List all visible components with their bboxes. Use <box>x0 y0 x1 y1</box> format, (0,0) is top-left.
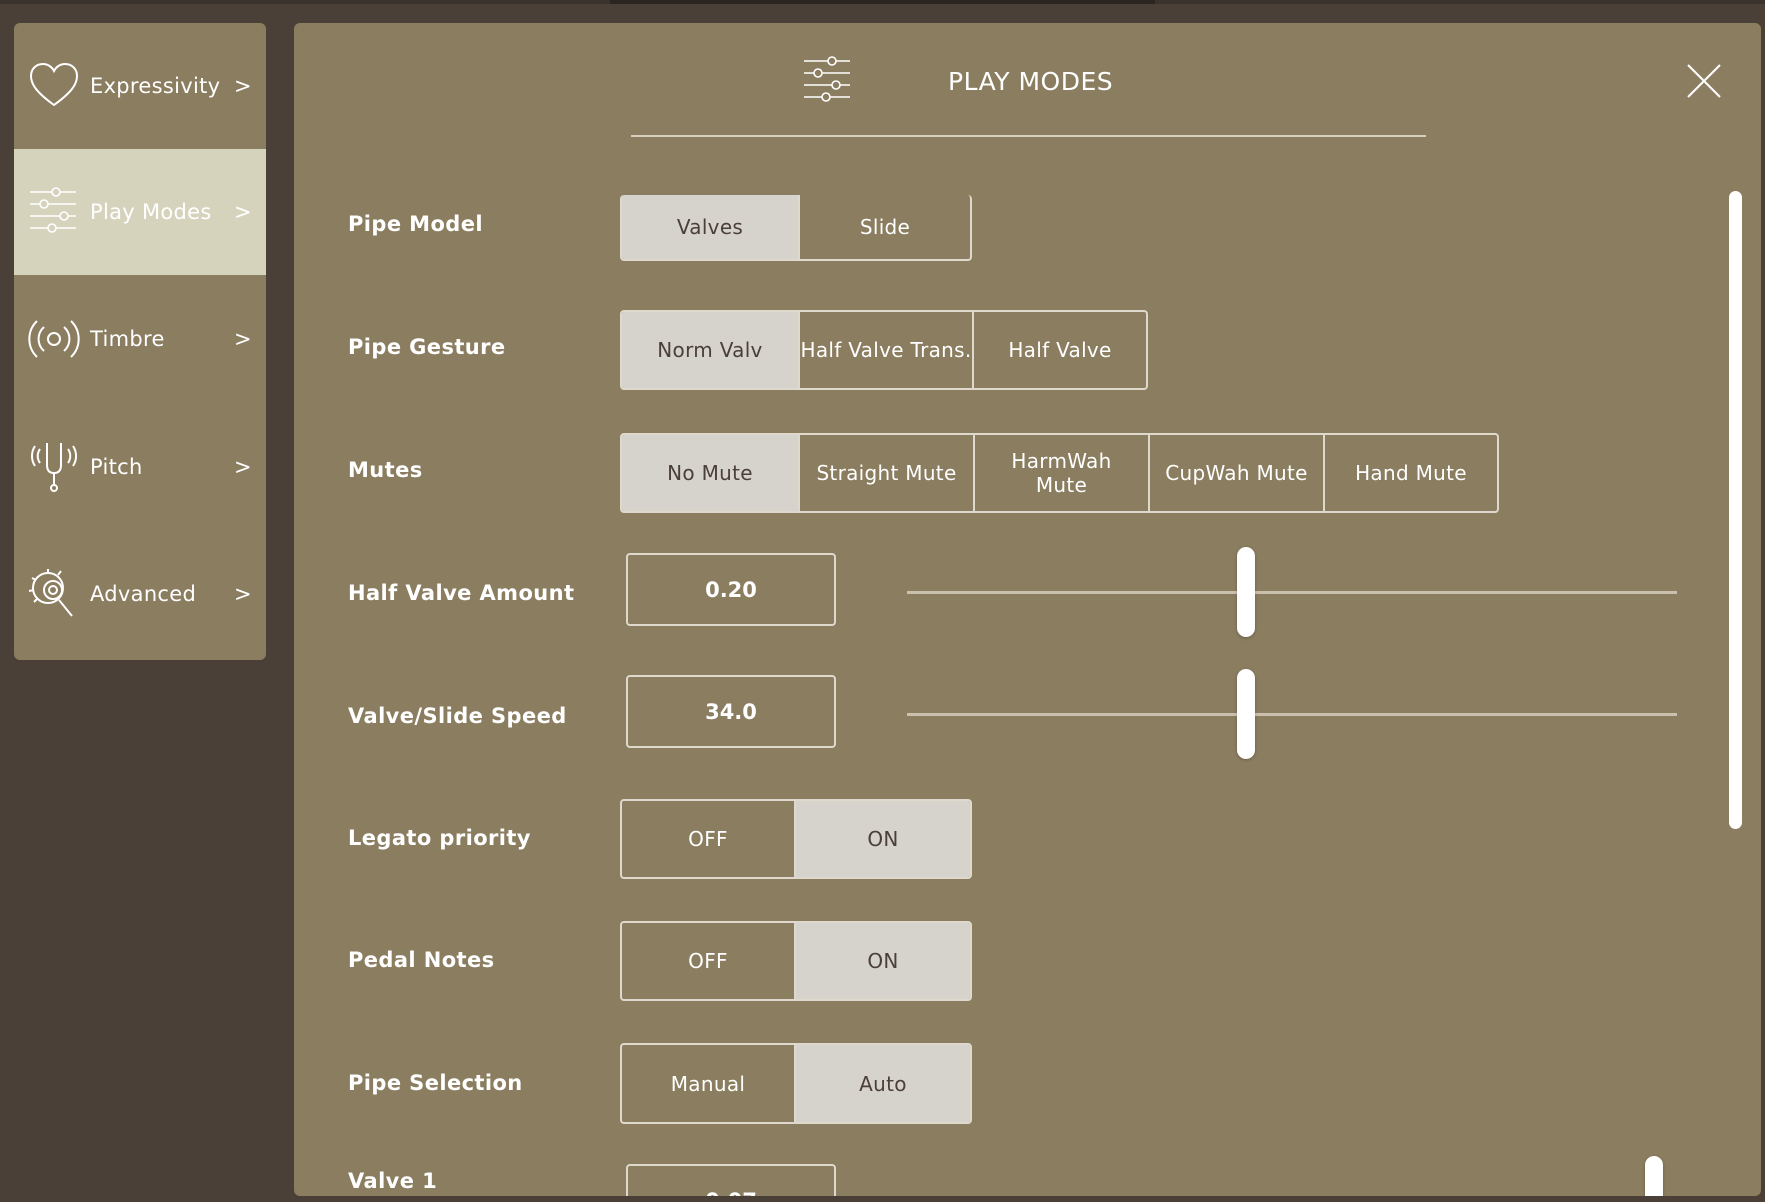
valve-slide-speed-slider-track[interactable] <box>907 713 1677 716</box>
mutes-option-straight-mute[interactable]: Straight Mute <box>798 435 973 511</box>
sliders-icon <box>802 55 852 105</box>
valve-slide-speed-label: Valve/Slide Speed <box>348 704 567 728</box>
half-valve-amount-value[interactable]: 0.20 <box>626 553 836 626</box>
window-top-bar <box>0 0 1765 4</box>
legato-priority-toggle: OFF ON <box>620 799 972 879</box>
pedal-notes-option-off[interactable]: OFF <box>622 923 794 999</box>
chevron-right-icon: > <box>234 582 252 606</box>
sidebar-item-play-modes[interactable]: Play Modes > <box>14 149 266 275</box>
valve-slide-speed-value[interactable]: 34.0 <box>626 675 836 748</box>
mutes-option-cupwah-mute[interactable]: CupWah Mute <box>1148 435 1323 511</box>
pipe-model-label: Pipe Model <box>348 212 483 236</box>
mutes-selector: No Mute Straight Mute HarmWah Mute CupWa… <box>620 433 1499 513</box>
legato-priority-option-on[interactable]: ON <box>794 801 970 877</box>
gear-magnifier-icon <box>26 566 82 622</box>
sidebar-item-pitch[interactable]: Pitch > <box>14 404 266 530</box>
mutes-option-hand-mute[interactable]: Hand Mute <box>1323 435 1497 511</box>
sidebar-item-advanced[interactable]: Advanced > <box>14 531 266 657</box>
sidebar-item-timbre[interactable]: Timbre > <box>14 276 266 402</box>
heart-icon <box>26 58 82 114</box>
half-valve-amount-label: Half Valve Amount <box>348 581 575 605</box>
half-valve-amount-slider-track[interactable] <box>907 591 1677 594</box>
valve-slide-speed-slider-thumb[interactable] <box>1236 669 1255 759</box>
play-modes-panel: PLAY MODES Pipe Model Valves Slide Pipe … <box>294 23 1761 1196</box>
page-title: PLAY MODES <box>948 67 1114 96</box>
pipe-selection-toggle: Manual Auto <box>620 1043 972 1124</box>
half-valve-amount-slider-thumb[interactable] <box>1236 547 1255 637</box>
pipe-selection-option-auto[interactable]: Auto <box>794 1045 970 1122</box>
pipe-gesture-option-half-valve[interactable]: Half Valve <box>972 312 1146 388</box>
close-button[interactable] <box>1684 61 1724 101</box>
pipe-gesture-option-half-valve-trans[interactable]: Half Valve Trans. <box>798 312 972 388</box>
broadcast-icon <box>26 311 82 367</box>
mutes-label: Mutes <box>348 458 423 482</box>
window-top-bar-accent <box>610 0 1155 4</box>
valve-1-value[interactable]: 0.07 <box>626 1164 836 1196</box>
close-icon <box>1687 64 1721 98</box>
legato-priority-option-off[interactable]: OFF <box>622 801 794 877</box>
pipe-gesture-option-norm-valv[interactable]: Norm Valv <box>622 312 798 388</box>
settings-list: Pipe Model Valves Slide Pipe Gesture Nor… <box>294 153 1761 1196</box>
chevron-right-icon: > <box>234 200 252 224</box>
sidebar-item-label: Play Modes <box>90 200 212 224</box>
chevron-right-icon: > <box>234 455 252 479</box>
pedal-notes-label: Pedal Notes <box>348 948 495 972</box>
pipe-selection-label: Pipe Selection <box>348 1071 523 1095</box>
title-divider <box>631 135 1426 137</box>
pipe-gesture-label: Pipe Gesture <box>348 335 506 359</box>
legato-priority-label: Legato priority <box>348 826 531 850</box>
pipe-model-option-slide[interactable]: Slide <box>798 195 970 259</box>
pipe-selection-option-manual[interactable]: Manual <box>622 1045 794 1122</box>
pipe-model-option-valves[interactable]: Valves <box>622 195 798 259</box>
sidebar: Expressivity > Play Modes > Timbre > Pit… <box>14 23 266 660</box>
mutes-option-no-mute[interactable]: No Mute <box>622 435 798 511</box>
sidebar-item-label: Timbre <box>90 327 165 351</box>
chevron-right-icon: > <box>234 74 252 98</box>
sidebar-item-label: Advanced <box>90 582 197 606</box>
sidebar-item-label: Expressivity <box>90 74 221 98</box>
pedal-notes-option-on[interactable]: ON <box>794 923 970 999</box>
pipe-model-selector: Valves Slide <box>620 195 972 261</box>
valve-1-label: Valve 1 <box>348 1169 438 1193</box>
chevron-right-icon: > <box>234 327 252 351</box>
tuning-fork-icon <box>26 439 82 495</box>
mutes-option-harmwah-mute[interactable]: HarmWah Mute <box>973 435 1148 511</box>
sliders-icon <box>26 184 82 240</box>
pipe-gesture-selector: Norm Valv Half Valve Trans. Half Valve <box>620 310 1148 390</box>
sidebar-item-expressivity[interactable]: Expressivity > <box>14 23 266 149</box>
sidebar-item-label: Pitch <box>90 455 143 479</box>
pedal-notes-toggle: OFF ON <box>620 921 972 1001</box>
valve-1-slider-thumb[interactable] <box>1644 1156 1663 1196</box>
